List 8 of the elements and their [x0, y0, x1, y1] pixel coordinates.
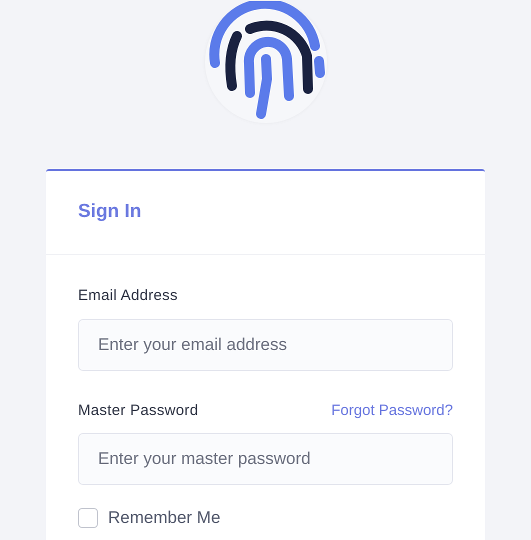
field-label: Master Password	[78, 400, 198, 420]
remember-checkbox[interactable]	[78, 508, 98, 528]
email-field[interactable]: Enter your email address	[78, 318, 453, 370]
forgot-password-link[interactable]: Forgot Password?	[331, 400, 453, 422]
remember-label: Remember Me	[108, 507, 220, 529]
field-label: Email Address	[78, 286, 178, 306]
card-title: Sign In	[78, 200, 142, 224]
password-field[interactable]: Enter your master password	[78, 433, 453, 485]
